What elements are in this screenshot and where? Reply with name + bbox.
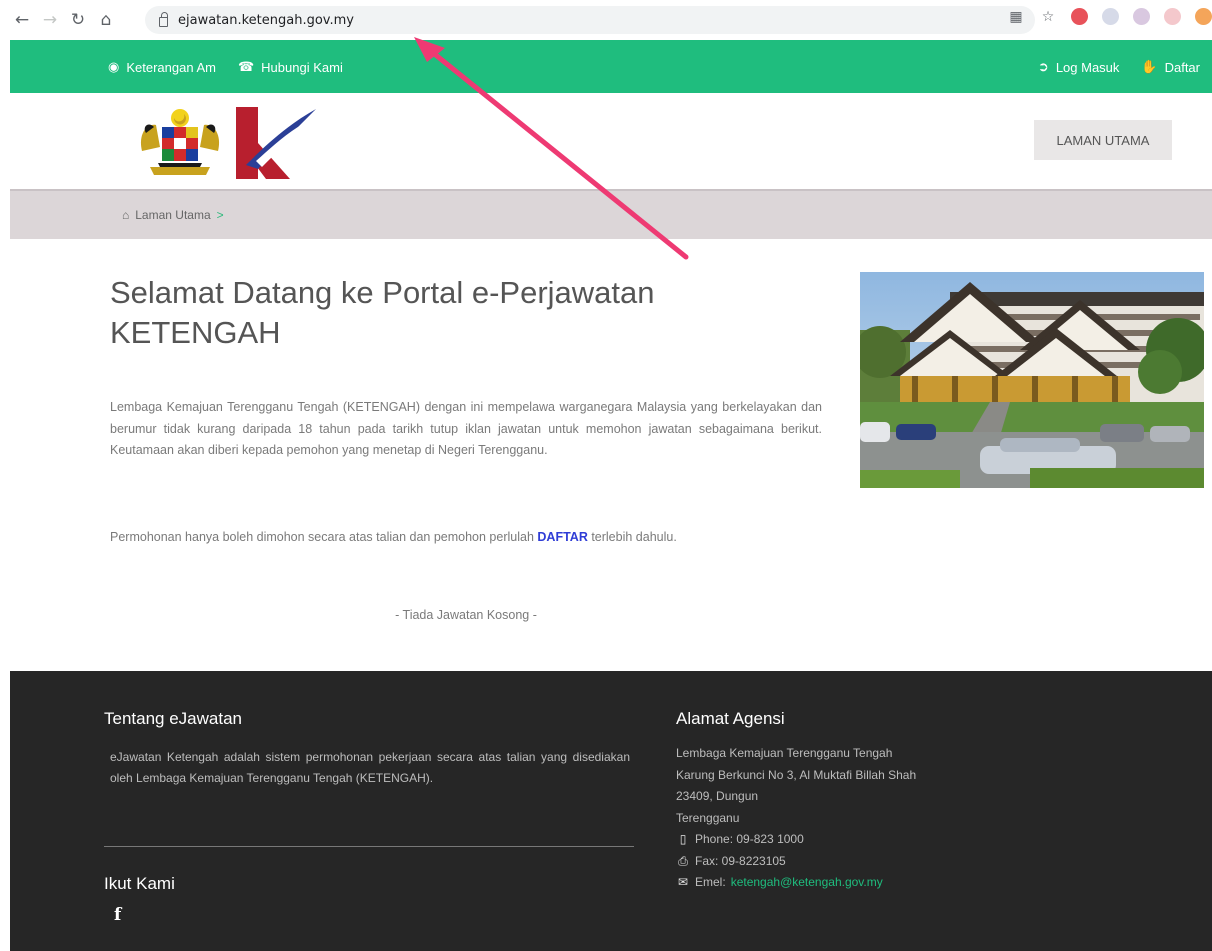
annotation-arrow xyxy=(414,37,689,260)
